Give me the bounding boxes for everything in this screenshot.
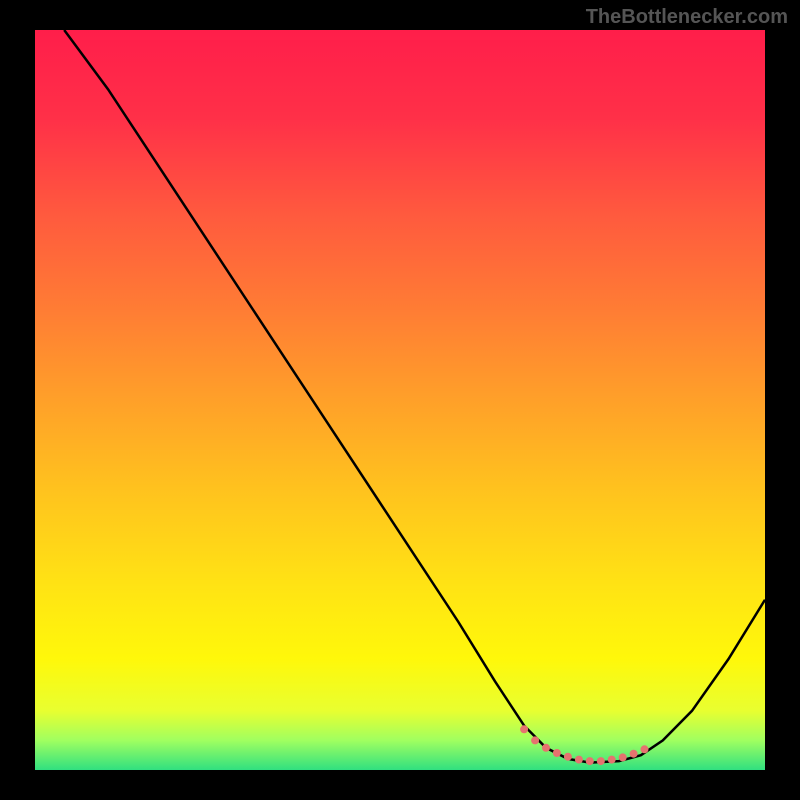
dot: [564, 753, 572, 761]
dot: [641, 745, 649, 753]
chart-plot-area: [35, 30, 765, 770]
dot: [619, 753, 627, 761]
chart-svg: [35, 30, 765, 770]
dot: [520, 725, 528, 733]
dot: [586, 757, 594, 765]
dot: [608, 756, 616, 764]
dot: [553, 749, 561, 757]
attribution-text: TheBottlenecker.com: [586, 6, 788, 29]
gradient-background: [35, 30, 765, 770]
dot: [597, 757, 605, 765]
dot: [542, 744, 550, 752]
dot: [575, 756, 583, 764]
dot: [531, 736, 539, 744]
dot: [630, 750, 638, 758]
